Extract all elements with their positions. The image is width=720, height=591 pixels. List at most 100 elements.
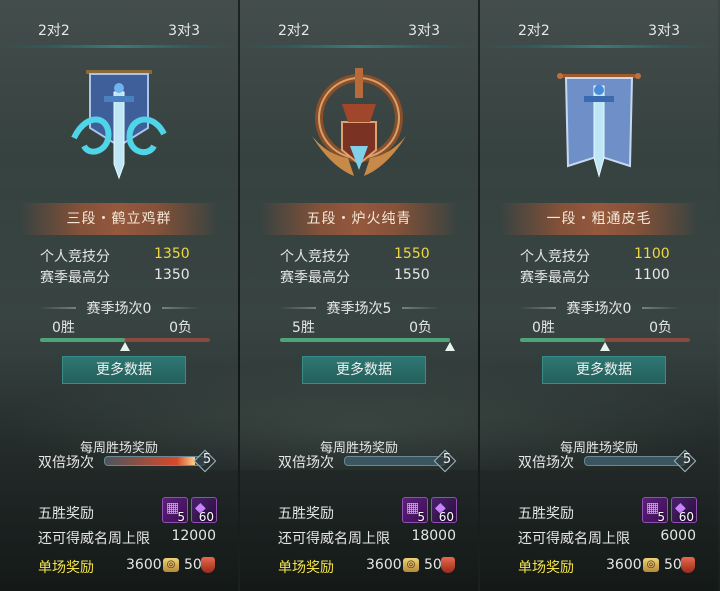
double-games-count: 5 xyxy=(682,452,692,467)
win-ratio-marker xyxy=(445,342,455,351)
season-high-row: 赛季最高分 1550 xyxy=(280,267,438,287)
chest-item[interactable]: ▦ 5 xyxy=(402,497,428,524)
honor-shield-icon xyxy=(201,557,215,573)
more-data-button[interactable]: 更多数据 xyxy=(542,356,666,384)
season-high-label: 赛季最高分 xyxy=(40,270,110,286)
season-high-label: 赛季最高分 xyxy=(280,270,350,286)
double-games-label: 双倍场次 xyxy=(38,455,94,471)
gem-item[interactable]: ◆ 60 xyxy=(191,497,217,524)
per-match-coin: 3600 xyxy=(606,557,642,573)
win-ratio-marker xyxy=(120,342,130,351)
gem-count: 60 xyxy=(198,510,214,524)
per-match-coin: 3600 xyxy=(366,557,402,573)
per-match-honor: 50 xyxy=(424,557,442,573)
weekly-cap-value: 12000 xyxy=(171,528,216,544)
personal-score-row: 个人竞技分 1550 xyxy=(280,246,438,266)
tab-2v2[interactable]: 2对2 xyxy=(278,20,310,40)
weekly-cap-label: 还可得威名周上限 xyxy=(518,531,630,547)
per-match-honor: 50 xyxy=(184,557,202,573)
personal-score-value: 1550 xyxy=(394,246,430,262)
chest-count: 5 xyxy=(657,510,665,524)
coin-icon: ◎ xyxy=(643,558,659,572)
blue-sword-banner-icon xyxy=(557,73,641,178)
season-games: 赛季场次0 xyxy=(86,301,152,317)
wins-count: 0胜 xyxy=(52,320,75,336)
tab-3v3[interactable]: 3对3 xyxy=(648,20,680,40)
per-match-coin: 3600 xyxy=(126,557,162,573)
losses-count: 0负 xyxy=(169,320,192,336)
mode-tabs: 2对2 3对3 xyxy=(480,0,718,48)
per-match-reward-label: 单场奖励 xyxy=(38,560,94,576)
win-loss-bar xyxy=(280,338,450,342)
double-games-label: 双倍场次 xyxy=(518,455,574,471)
more-data-button[interactable]: 更多数据 xyxy=(62,356,186,384)
coin-icon: ◎ xyxy=(403,558,419,572)
weekly-cap-value: 6000 xyxy=(660,528,696,544)
mode-tabs: 2对2 3对3 xyxy=(240,0,478,48)
per-match-honor: 50 xyxy=(664,557,682,573)
honor-shield-icon xyxy=(681,557,695,573)
chest-item[interactable]: ▦ 5 xyxy=(162,497,188,524)
chest-count: 5 xyxy=(177,510,185,524)
win-fill xyxy=(520,338,605,342)
double-games-bar xyxy=(344,456,446,466)
rank-panel-1: 2对2 3对3 三段・鹤立鸡群 个人竞技分 1350 赛季最高分 1350 赛季… xyxy=(0,0,238,591)
double-games-bar xyxy=(584,456,686,466)
personal-score-label: 个人竞技分 xyxy=(40,249,110,265)
double-games-count: 5 xyxy=(442,452,452,467)
wins-count: 5胜 xyxy=(292,320,315,336)
mode-tabs: 2对2 3对3 xyxy=(0,0,238,48)
double-games-fill xyxy=(105,457,195,465)
season-high-value: 1350 xyxy=(154,267,190,283)
per-match-reward-label: 单场奖励 xyxy=(278,560,334,576)
season-high-row: 赛季最高分 1350 xyxy=(40,267,198,287)
tab-2v2[interactable]: 2对2 xyxy=(38,20,70,40)
ornament-right xyxy=(642,307,680,309)
gem-count: 60 xyxy=(438,510,454,524)
five-win-reward-label: 五胜奖励 xyxy=(38,506,94,522)
honor-shield-icon xyxy=(441,557,455,573)
gem-item[interactable]: ◆ 60 xyxy=(431,497,457,524)
double-games-label: 双倍场次 xyxy=(278,455,334,471)
personal-score-label: 个人竞技分 xyxy=(520,249,590,265)
blue-dragon-sword-banner-icon xyxy=(71,70,167,180)
per-match-reward-label: 单场奖励 xyxy=(518,560,574,576)
rank-title: 三段・鹤立鸡群 xyxy=(20,203,218,235)
gem-count: 60 xyxy=(678,510,694,524)
tab-2v2[interactable]: 2对2 xyxy=(518,20,550,40)
double-games-bar xyxy=(104,456,206,466)
season-high-value: 1100 xyxy=(634,267,670,283)
double-games-count: 5 xyxy=(202,452,212,467)
weekly-cap-label: 还可得威名周上限 xyxy=(38,531,150,547)
season-high-value: 1550 xyxy=(394,267,430,283)
personal-score-row: 个人竞技分 1350 xyxy=(40,246,198,266)
rank-title: 一段・粗通皮毛 xyxy=(500,203,698,235)
bronze-winged-sword-shield-icon xyxy=(312,68,406,176)
season-games: 赛季场次0 xyxy=(566,301,632,317)
win-fill xyxy=(280,338,450,342)
chest-count: 5 xyxy=(417,510,425,524)
wins-count: 0胜 xyxy=(532,320,555,336)
coin-icon: ◎ xyxy=(163,558,179,572)
gem-item[interactable]: ◆ 60 xyxy=(671,497,697,524)
rank-title: 五段・炉火纯青 xyxy=(260,203,458,235)
personal-score-label: 个人竞技分 xyxy=(280,249,350,265)
losses-count: 0负 xyxy=(409,320,432,336)
personal-score-value: 1350 xyxy=(154,246,190,262)
five-win-reward-label: 五胜奖励 xyxy=(518,506,574,522)
season-games: 赛季场次5 xyxy=(326,301,392,317)
tab-3v3[interactable]: 3对3 xyxy=(408,20,440,40)
weekly-cap-value: 18000 xyxy=(411,528,456,544)
win-fill xyxy=(40,338,125,342)
rank-panel-2: 2对2 3对3 五段・炉火纯青 个人竞技分 1550 赛季最高分 1550 赛季… xyxy=(240,0,478,591)
chest-item[interactable]: ▦ 5 xyxy=(642,497,668,524)
more-data-button[interactable]: 更多数据 xyxy=(302,356,426,384)
win-ratio-marker xyxy=(600,342,610,351)
ornament-right xyxy=(162,307,200,309)
season-high-row: 赛季最高分 1100 xyxy=(520,267,678,287)
ornament-right xyxy=(402,307,440,309)
weekly-cap-label: 还可得威名周上限 xyxy=(278,531,390,547)
tab-3v3[interactable]: 3对3 xyxy=(168,20,200,40)
personal-score-row: 个人竞技分 1100 xyxy=(520,246,678,266)
losses-count: 0负 xyxy=(649,320,672,336)
